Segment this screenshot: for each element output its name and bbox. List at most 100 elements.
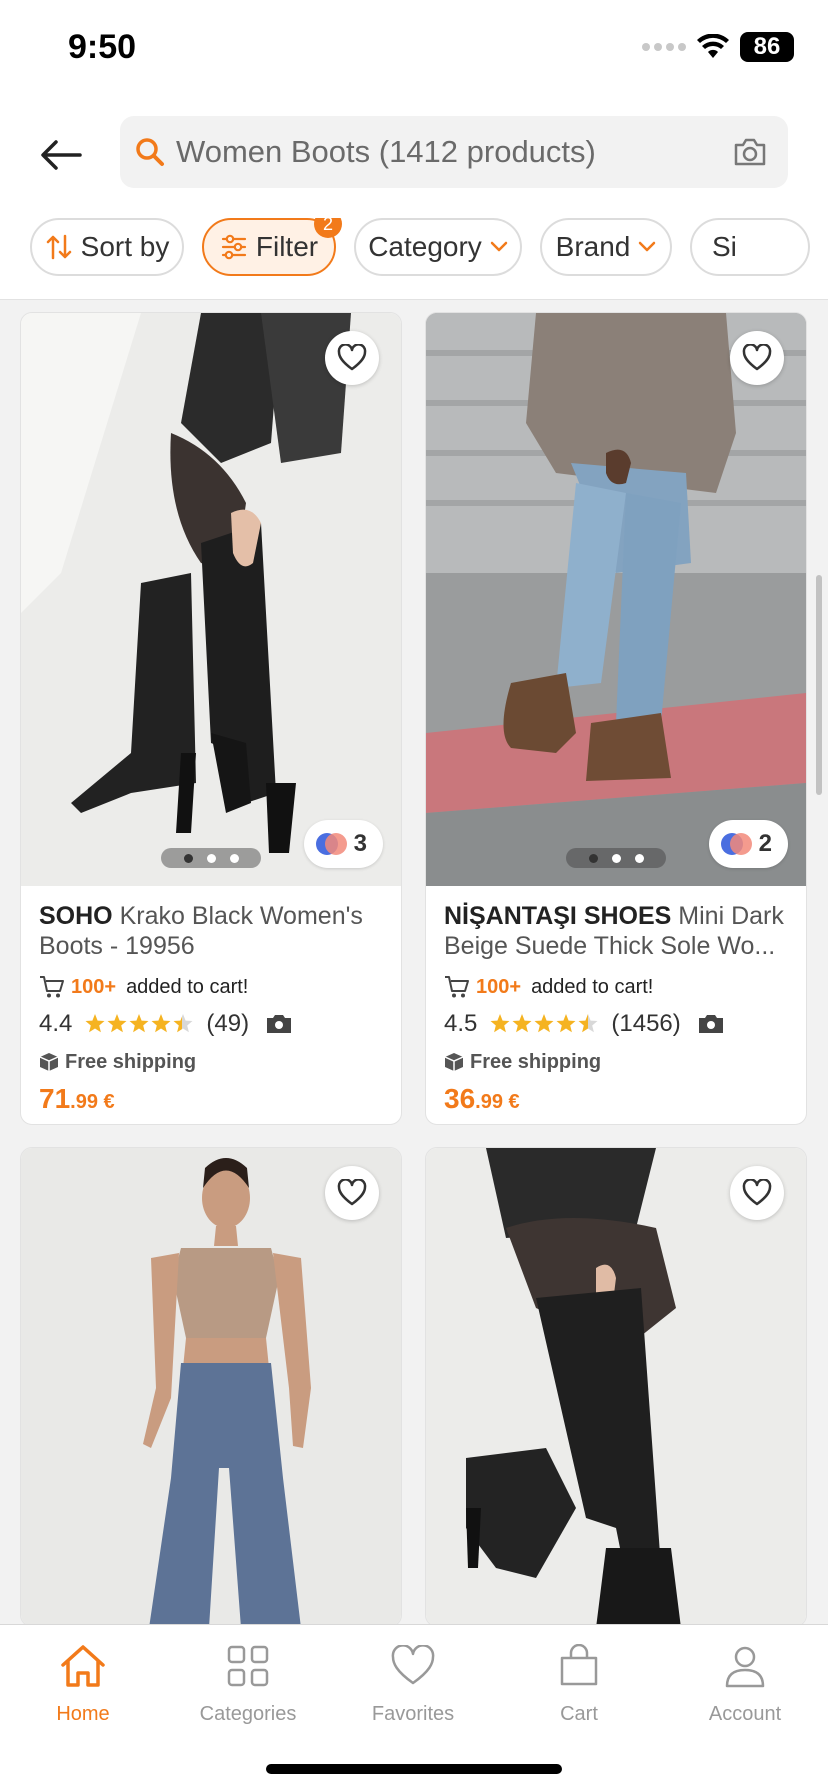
color-palette-icon <box>720 833 752 855</box>
rating-row: 4.5 (1456) <box>444 1007 790 1041</box>
cart-popularity: 100+ added to cart! <box>444 973 790 1001</box>
product-card[interactable] <box>20 1147 402 1627</box>
filter-chip[interactable]: Filter 2 <box>202 218 342 276</box>
product-image[interactable]: 2 <box>426 313 806 886</box>
image-pager-dots <box>566 848 666 868</box>
heart-icon <box>337 1179 367 1206</box>
favorite-button[interactable] <box>730 331 784 385</box>
product-info: SOHO Krako Black Women's Boots - 19956 1… <box>39 901 385 1115</box>
shipping-row: Free shipping <box>444 1049 790 1075</box>
category-label: Category <box>368 231 482 262</box>
product-price: 71.99 € <box>39 1083 385 1115</box>
search-icon <box>132 134 168 170</box>
nav-cart[interactable]: Cart <box>496 1641 662 1726</box>
nav-categories-label: Categories <box>199 1703 297 1725</box>
product-info: NİŞANTAŞI SHOES Mini Dark Beige Suede Th… <box>444 901 790 1115</box>
heart-icon <box>742 344 772 371</box>
grid-icon <box>223 1641 273 1691</box>
nav-favorites[interactable]: Favorites <box>330 1641 496 1726</box>
review-count: (1456) <box>611 1010 681 1037</box>
product-card[interactable]: 2 NİŞANTAŞI SHOES Mini Dark Beige Suede … <box>425 312 807 1125</box>
search-header: Women Boots (1412 products) Sort by Filt… <box>0 100 828 300</box>
status-icons: 86 <box>642 32 794 62</box>
scroll-indicator[interactable] <box>816 575 822 795</box>
sliders-icon <box>221 234 246 260</box>
nav-home[interactable]: Home <box>0 1641 166 1726</box>
price-integer: 36 <box>444 1083 476 1114</box>
back-button[interactable] <box>36 130 86 180</box>
wifi-icon <box>697 34 729 58</box>
price-integer: 71 <box>39 1083 71 1114</box>
product-price: 36.99 € <box>444 1083 790 1115</box>
color-count: 3 <box>353 830 367 857</box>
nav-cart-label: Cart <box>560 1703 598 1725</box>
cart-icon <box>445 976 469 998</box>
heart-icon <box>337 344 367 371</box>
user-icon <box>720 1641 770 1691</box>
shipping-row: Free shipping <box>39 1049 385 1075</box>
home-icon <box>58 1641 108 1691</box>
back-arrow-icon <box>41 140 82 170</box>
rating-row: 4.4 (49) <box>39 1007 385 1041</box>
color-palette-icon <box>315 833 347 855</box>
nav-account[interactable]: Account <box>662 1641 828 1726</box>
photo-review-icon <box>698 1015 723 1033</box>
product-brand: NİŞANTAŞI SHOES <box>444 902 672 930</box>
product-image[interactable] <box>21 1148 401 1626</box>
product-image[interactable] <box>426 1148 806 1626</box>
product-title: SOHO Krako Black Women's Boots - 19956 <box>39 901 385 963</box>
nav-home-label: Home <box>56 1703 110 1725</box>
product-card[interactable]: 3 SOHO Krako Black Women's Boots - 19956… <box>20 312 402 1125</box>
favorite-button[interactable] <box>325 331 379 385</box>
chevron-down-icon <box>639 241 656 252</box>
nav-categories[interactable]: Categories <box>165 1641 331 1726</box>
favorite-button[interactable] <box>730 1166 784 1220</box>
filter-chips: Sort by Filter 2 Category Brand Si <box>30 218 828 278</box>
sort-by-chip[interactable]: Sort by <box>30 218 184 276</box>
nav-account-label: Account <box>708 1703 782 1725</box>
category-chip[interactable]: Category <box>354 218 522 276</box>
heart-icon <box>742 1179 772 1206</box>
cart-count: 100+ <box>71 975 117 998</box>
chevron-down-icon <box>490 241 508 252</box>
sort-arrows-icon <box>46 234 71 260</box>
shipping-label: Free shipping <box>65 1050 197 1073</box>
filter-count-badge: 2 <box>314 218 342 238</box>
color-count: 2 <box>758 830 772 857</box>
cart-popularity: 100+ added to cart! <box>39 973 385 1001</box>
box-icon <box>39 1053 59 1071</box>
price-decimal: .99 € <box>70 1091 115 1113</box>
price-decimal: .99 € <box>475 1091 520 1113</box>
star-rating-icon <box>84 1013 194 1035</box>
filter-label: Filter <box>255 231 319 262</box>
cart-icon <box>40 976 64 998</box>
image-pager-dots <box>161 848 261 868</box>
heart-icon <box>388 1641 438 1691</box>
shopping-bag-icon <box>554 1641 604 1691</box>
cart-count: 100+ <box>476 975 522 998</box>
home-indicator[interactable] <box>266 1764 562 1774</box>
brand-chip[interactable]: Brand <box>540 218 672 276</box>
product-image[interactable]: 3 <box>21 313 401 886</box>
shipping-label: Free shipping <box>470 1050 602 1073</box>
color-variants-badge[interactable]: 3 <box>303 820 383 868</box>
photo-review-icon <box>267 1015 292 1033</box>
size-chip[interactable]: Si <box>690 218 810 276</box>
brand-label: Brand <box>555 231 631 262</box>
signal-icon <box>642 43 686 51</box>
nav-favorites-label: Favorites <box>371 1703 455 1725</box>
product-title: NİŞANTAŞI SHOES Mini Dark Beige Suede Th… <box>444 901 790 963</box>
cart-label: added to cart! <box>531 975 654 998</box>
size-label: Si <box>712 231 737 262</box>
product-brand: SOHO <box>39 902 113 930</box>
product-card[interactable] <box>425 1147 807 1627</box>
star-rating-icon <box>489 1013 599 1035</box>
status-bar: 9:50 86 <box>0 0 828 100</box>
search-input[interactable]: Women Boots (1412 products) <box>120 116 788 188</box>
rating-value: 4.4 <box>39 1010 73 1037</box>
camera-icon[interactable] <box>730 134 770 170</box>
color-variants-badge[interactable]: 2 <box>708 820 788 868</box>
search-query: Women Boots (1412 products) <box>176 134 596 169</box>
favorite-button[interactable] <box>325 1166 379 1220</box>
battery-icon: 86 <box>740 32 794 62</box>
